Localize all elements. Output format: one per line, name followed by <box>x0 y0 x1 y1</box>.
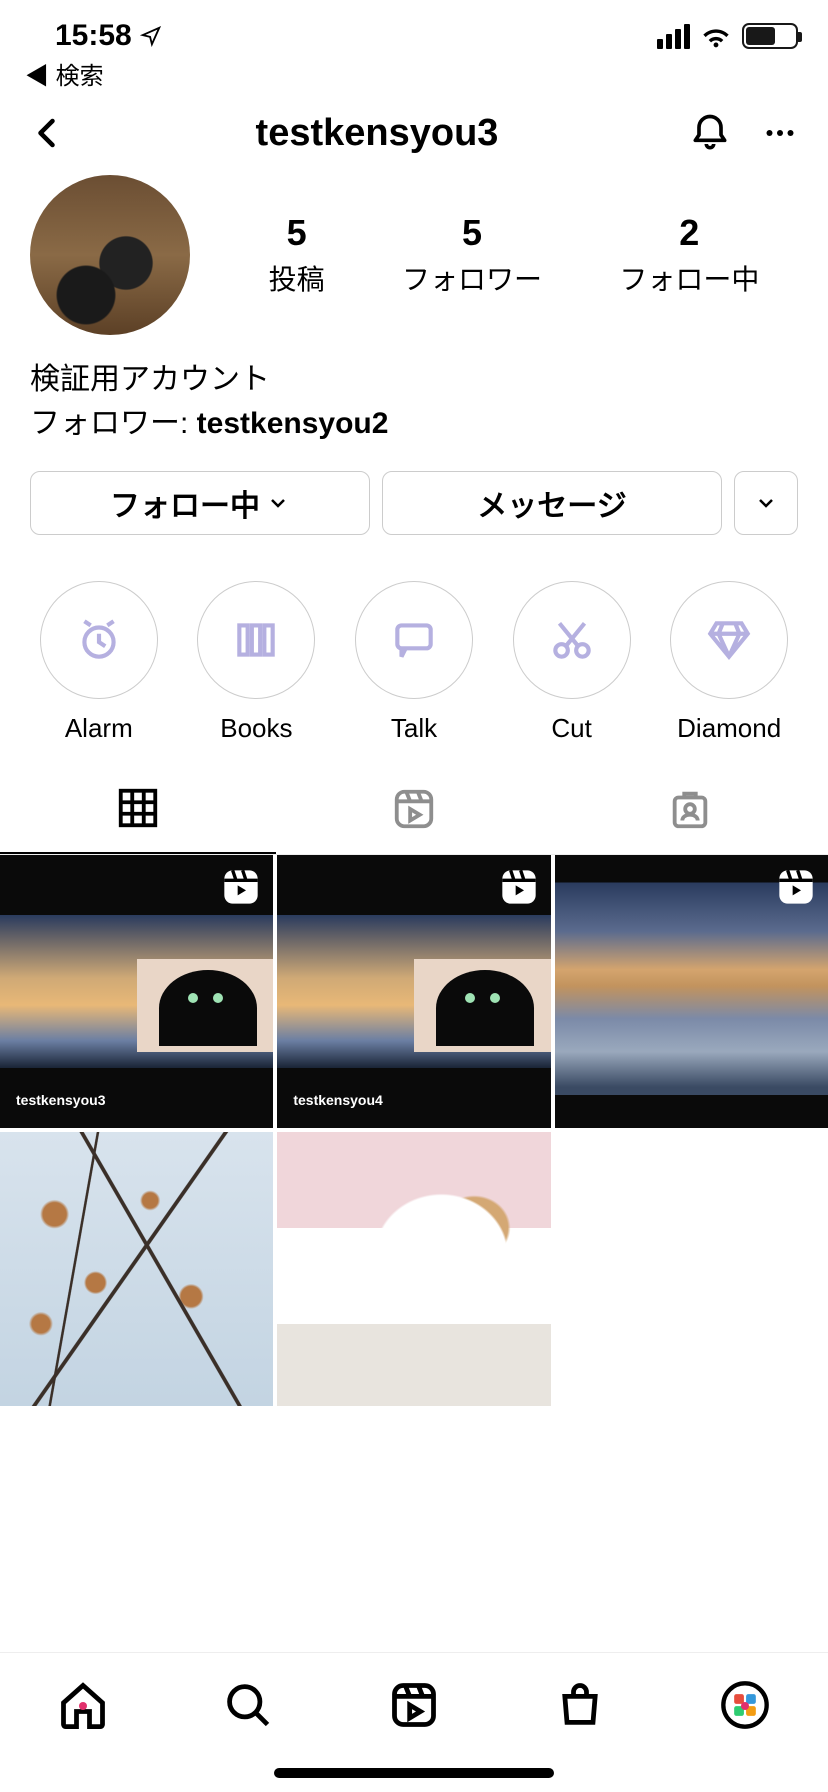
tab-tagged[interactable] <box>552 764 828 854</box>
stat-posts-value: 5 <box>269 212 325 254</box>
wifi-icon <box>700 24 732 48</box>
back-icon[interactable] <box>30 115 66 151</box>
stat-followers-value: 5 <box>402 212 542 254</box>
reel-badge-icon <box>776 867 816 907</box>
highlight-books[interactable]: Books <box>197 581 315 744</box>
content-tabs <box>0 764 828 855</box>
highlight-label: Diamond <box>670 713 788 744</box>
username-title: testkensyou3 <box>66 112 688 155</box>
highlight-label: Talk <box>355 713 473 744</box>
reels-icon <box>388 1679 440 1731</box>
battery-icon <box>742 23 798 49</box>
tab-grid[interactable] <box>0 764 276 854</box>
alarm-icon <box>74 615 124 665</box>
bio-line: 検証用アカウント <box>30 359 798 401</box>
highlight-cut[interactable]: Cut <box>513 581 631 744</box>
tagged-icon <box>667 786 713 832</box>
chevron-down-icon <box>754 491 778 515</box>
notification-dot <box>79 1702 87 1710</box>
reels-icon <box>391 786 437 832</box>
back-to-app[interactable]: ◀ 検索 <box>0 56 828 91</box>
highlight-label: Cut <box>513 713 631 744</box>
signal-icon <box>657 24 690 49</box>
reel-badge-icon <box>221 867 261 907</box>
stat-following[interactable]: 2 フォロー中 <box>619 212 759 298</box>
nav-search[interactable] <box>222 1679 274 1736</box>
avatar[interactable] <box>30 175 190 335</box>
nav-reels[interactable] <box>388 1679 440 1736</box>
scissors-icon <box>547 615 597 665</box>
nav-profile[interactable] <box>719 1679 771 1736</box>
reel-badge-icon <box>499 867 539 907</box>
status-bar: 15:58 <box>0 0 828 60</box>
nav-shop[interactable] <box>554 1679 606 1736</box>
post-caption: testkensyou3 <box>16 1092 105 1108</box>
highlight-diamond[interactable]: Diamond <box>670 581 788 744</box>
post-thumbnail[interactable] <box>277 1132 550 1405</box>
home-indicator[interactable] <box>274 1768 554 1778</box>
suggest-button[interactable] <box>734 471 798 535</box>
status-time: 15:58 <box>55 19 132 53</box>
search-icon <box>222 1679 274 1731</box>
nav-home[interactable] <box>57 1679 109 1736</box>
post-thumbnail[interactable]: testkensyou4 <box>277 855 550 1128</box>
highlight-label: Alarm <box>40 713 158 744</box>
bio: 検証用アカウント フォロワー: testkensyou2 <box>0 335 828 455</box>
more-icon[interactable] <box>762 115 798 151</box>
following-button[interactable]: フォロー中 <box>30 471 370 535</box>
profile-info-row: 5 投稿 5 フォロワー 2 フォロー中 <box>0 175 828 335</box>
post-caption: testkensyou4 <box>293 1092 382 1108</box>
stat-posts[interactable]: 5 投稿 <box>269 212 325 298</box>
stat-followers-label: フォロワー <box>402 258 542 298</box>
tab-reels[interactable] <box>276 764 552 854</box>
highlights-row: Alarm Books Talk Cut Diamond <box>0 551 828 764</box>
stat-following-label: フォロー中 <box>619 258 759 298</box>
chevron-down-icon <box>266 491 290 515</box>
grid-icon <box>115 785 161 831</box>
stat-following-value: 2 <box>619 212 759 254</box>
highlight-alarm[interactable]: Alarm <box>40 581 158 744</box>
post-thumbnail[interactable] <box>555 855 828 1128</box>
action-row: フォロー中 メッセージ <box>0 455 828 551</box>
location-icon <box>140 25 162 47</box>
books-icon <box>231 615 281 665</box>
post-thumbnail[interactable] <box>0 1132 273 1405</box>
message-button[interactable]: メッセージ <box>382 471 722 535</box>
followed-by[interactable]: フォロワー: testkensyou2 <box>30 403 798 445</box>
post-thumbnail[interactable]: testkensyou3 <box>0 855 273 1128</box>
highlight-talk[interactable]: Talk <box>355 581 473 744</box>
posts-grid: testkensyou3 testkensyou4 <box>0 855 828 1406</box>
diamond-icon <box>704 615 754 665</box>
profile-header: testkensyou3 <box>0 91 828 175</box>
stat-followers[interactable]: 5 フォロワー <box>402 212 542 298</box>
shop-icon <box>554 1679 606 1731</box>
highlight-label: Books <box>197 713 315 744</box>
chat-icon <box>389 615 439 665</box>
stat-posts-label: 投稿 <box>269 258 325 298</box>
bell-icon[interactable] <box>688 111 732 155</box>
